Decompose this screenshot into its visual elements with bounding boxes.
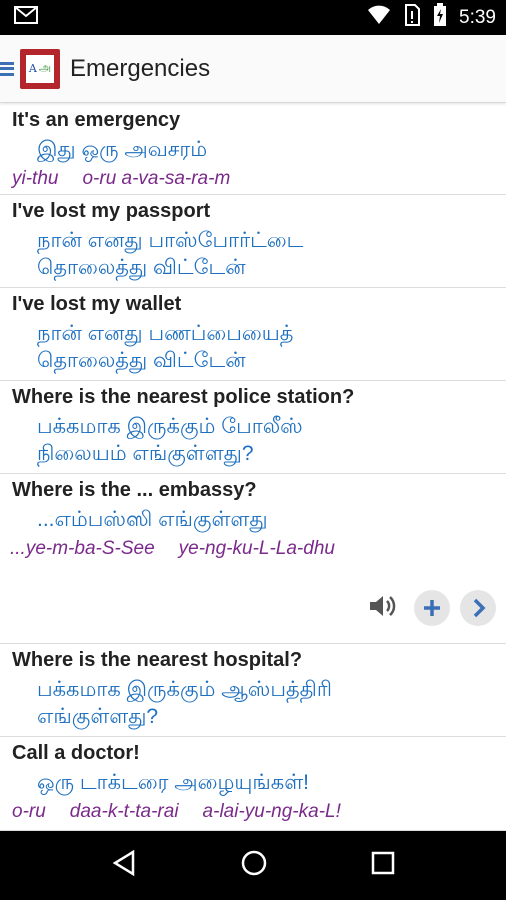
menu-icon[interactable] <box>0 56 16 82</box>
status-time: 5:39 <box>459 6 496 28</box>
system-nav-bar <box>0 831 506 900</box>
app-bar: A அ Emergencies <box>0 35 506 103</box>
gmail-icon <box>14 6 38 29</box>
phrase-tamil: பக்கமாக இருக்கும் போலீஸ் நிலையம் எங்குள்… <box>37 415 303 465</box>
phrase-english: Where is the ... embassy? <box>12 479 257 501</box>
wifi-icon <box>367 5 391 30</box>
phrase-transliteration: o-ru daa-k-t-ta-rai a-lai-yu-ng-ka-L! <box>12 801 341 822</box>
speaker-icon[interactable] <box>368 592 400 625</box>
phrase-item[interactable]: It's an emergency இது ஒரு அவசரம் yi-thu … <box>0 104 506 195</box>
status-bar: 5:39 <box>0 0 506 35</box>
logo-letter-a: A <box>28 62 37 75</box>
phrase-tamil: இது ஒரு அவசரம் <box>37 138 208 161</box>
battery-icon <box>433 3 447 32</box>
recents-icon[interactable] <box>371 851 395 880</box>
phrase-tamil: ஒரு டாக்டரை அழையுங்கள்! <box>37 771 310 794</box>
logo-letter-tamil: அ <box>38 61 52 74</box>
plus-icon <box>424 600 440 616</box>
phrase-item-expanded[interactable]: Where is the ... embassy? ...எம்பஸ்ஸி எங… <box>0 474 506 644</box>
phrase-english: I've lost my passport <box>12 200 211 222</box>
chevron-right-icon <box>473 598 486 618</box>
phrase-tamil: ...எம்பஸ்ஸி எங்குள்ளது <box>37 508 268 531</box>
app-logo[interactable]: A அ <box>20 48 60 89</box>
phrase-english: I've lost my wallet <box>12 293 182 315</box>
phrase-tamil: நான் எனது பாஸ்போர்ட்டை தொலைத்து விட்டேன் <box>37 229 304 279</box>
phrase-item[interactable]: Call a doctor! ஒரு டாக்டரை அழையுங்கள்! o… <box>0 737 506 831</box>
phrase-item[interactable]: I've lost my passport நான் எனது பாஸ்போர்… <box>0 195 506 288</box>
phrase-tamil: நான் எனது பணப்பையைத் தொலைத்து விட்டேன் <box>37 322 294 372</box>
add-favorite-button[interactable] <box>414 590 450 626</box>
no-sim-icon <box>403 4 421 31</box>
home-icon[interactable] <box>240 849 268 882</box>
phrase-list: It's an emergency இது ஒரு அவசரம் yi-thu … <box>0 104 506 831</box>
phrase-english: It's an emergency <box>12 109 181 131</box>
phrase-item[interactable]: Where is the nearest hospital? பக்கமாக இ… <box>0 644 506 737</box>
next-button[interactable] <box>460 590 496 626</box>
phrase-transliteration: ...ye-m-ba-S-See ye-ng-ku-L-La-dhu <box>10 538 335 559</box>
phrase-english: Call a doctor! <box>12 742 140 764</box>
phrase-transliteration: yi-thu o-ru a-va-sa-ra-m <box>12 168 231 189</box>
phrase-item[interactable]: I've lost my wallet நான் எனது பணப்பையைத்… <box>0 288 506 381</box>
phrase-english: Where is the nearest hospital? <box>12 649 303 671</box>
phrase-item[interactable]: Where is the nearest police station? பக்… <box>0 381 506 474</box>
back-icon[interactable] <box>111 849 137 882</box>
phrase-actions <box>12 590 496 630</box>
page-title: Emergencies <box>70 54 211 82</box>
phrase-tamil: பக்கமாக இருக்கும் ஆஸ்பத்திரி எங்குள்ளது? <box>37 678 332 728</box>
phrase-english: Where is the nearest police station? <box>12 386 355 408</box>
